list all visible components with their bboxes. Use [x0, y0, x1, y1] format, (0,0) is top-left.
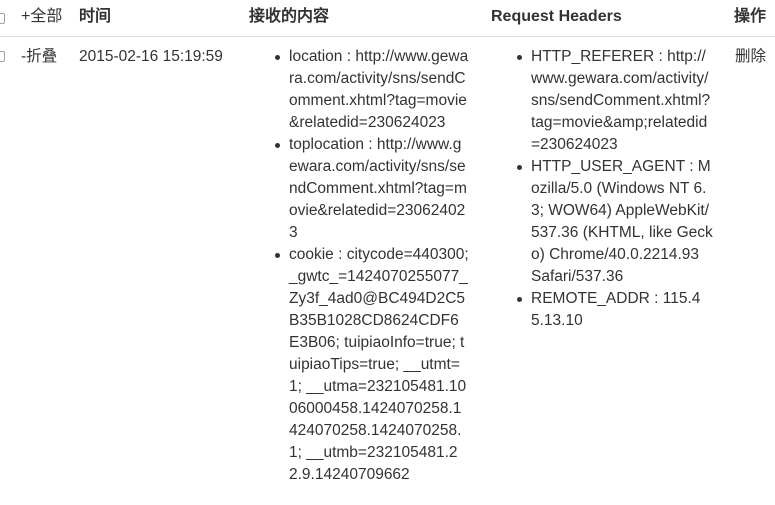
select-all-checkbox[interactable] [0, 13, 5, 24]
request-headers-list: HTTP_REFERER : http://www.gewara.com/act… [517, 46, 713, 332]
row-checkbox[interactable] [0, 51, 5, 62]
request-log-table: +全部 时间 接收的内容 Request Headers 操作 -折叠 2015… [0, 0, 775, 505]
table-header: +全部 时间 接收的内容 Request Headers 操作 [0, 0, 775, 37]
header-item-remote-addr: REMOTE_ADDR : 115.45.13.10 [517, 288, 713, 332]
row-time: 2015-02-16 15:19:59 [79, 48, 223, 65]
content-column-header: 接收的内容 [249, 8, 330, 25]
time-column-header: 时间 [79, 8, 112, 25]
received-content-list: location : http://www.gewara.com/activit… [275, 46, 469, 486]
header-item-user-agent: HTTP_USER_AGENT : Mozilla/5.0 (Windows N… [517, 156, 713, 288]
actions-column-header: 操作 [734, 8, 767, 25]
header-item-referer: HTTP_REFERER : http://www.gewara.com/act… [517, 46, 713, 156]
collapse-row-link[interactable]: -折叠 [21, 46, 57, 68]
expand-all-link[interactable]: +全部 [21, 7, 62, 27]
content-item-cookie: cookie : citycode=440300; _gwtc_=1424070… [275, 244, 469, 486]
delete-link[interactable]: 删除 [735, 46, 766, 68]
content-item-toplocation: toplocation : http://www.gewara.com/acti… [275, 134, 469, 244]
content-item-location: location : http://www.gewara.com/activit… [275, 46, 469, 134]
headers-column-header: Request Headers [491, 8, 622, 25]
